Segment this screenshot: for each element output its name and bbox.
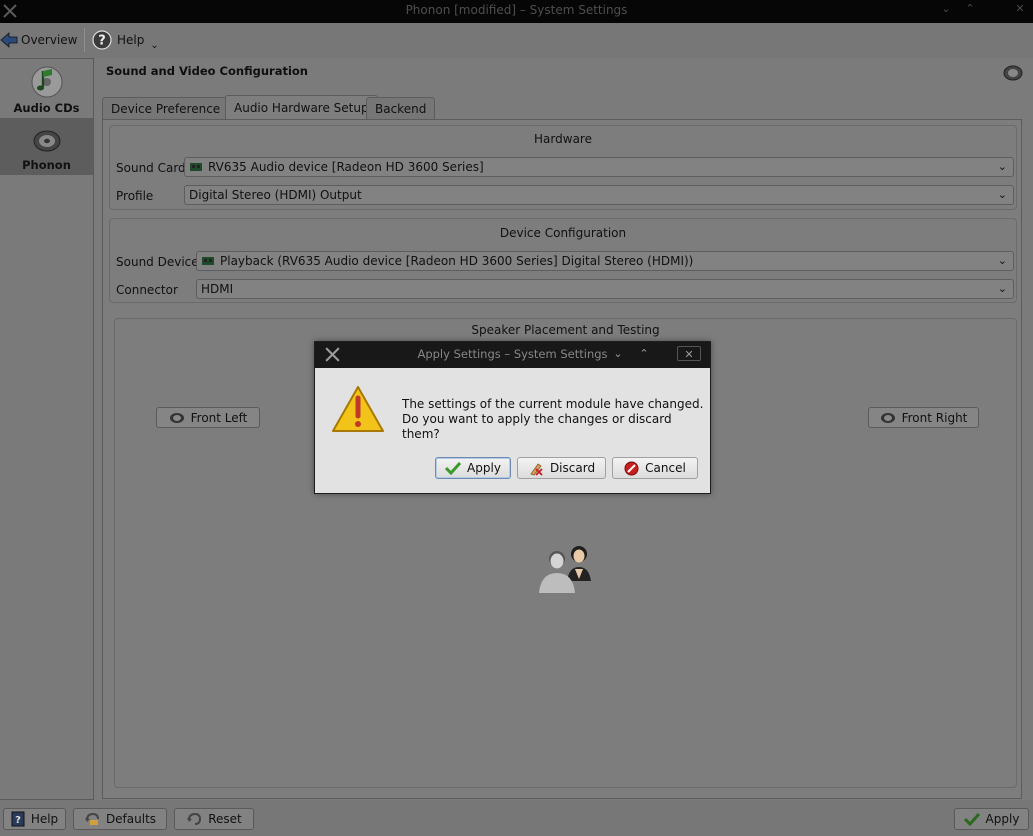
chevron-down-icon: ⌄ [997, 160, 1007, 173]
sound-device-select[interactable]: Playback (RV635 Audio device [Radeon HD … [196, 251, 1014, 271]
dialog-message: The settings of the current module have … [402, 397, 704, 441]
warning-icon [332, 386, 384, 432]
defaults-icon [84, 812, 99, 825]
speaker-title: Speaker Placement and Testing [471, 323, 660, 337]
tab-backend[interactable]: Backend [366, 97, 436, 119]
checkmark-icon [445, 461, 462, 475]
hardware-group: Hardware Sound Card RV635 Audio device [… [109, 125, 1017, 210]
dialog-apply-button[interactable]: Apply [435, 457, 511, 479]
chevron-down-icon: ⌄ [997, 254, 1007, 267]
dialog-discard-button[interactable]: Discard [517, 457, 606, 479]
speaker-icon [33, 130, 60, 152]
dialog-cancel-button[interactable]: Cancel [612, 457, 698, 479]
tab-audio-hardware-setup[interactable]: Audio Hardware Setup [225, 95, 378, 120]
connector-select[interactable]: HDMI ⌄ [196, 279, 1014, 299]
chevron-down-icon: ⌄ [997, 282, 1007, 295]
maximize-icon[interactable]: ⌃ [960, 1, 980, 17]
apply-settings-dialog: Apply Settings – System Settings ⌄ ⌃ ✕ T… [314, 341, 711, 494]
sidebar-item-phonon[interactable]: Phonon [0, 118, 93, 175]
toolbar: Overview ? Help ⌄ [0, 23, 1033, 58]
front-left-button[interactable]: Front Left [156, 407, 260, 428]
speaker-icon [169, 412, 184, 423]
close-icon[interactable]: ✕ [677, 346, 701, 361]
overview-button[interactable]: Overview [0, 27, 78, 53]
discard-icon [530, 463, 543, 476]
help-button[interactable]: ? Help [3, 808, 66, 830]
close-icon[interactable]: ✕ [1010, 1, 1030, 17]
svg-text:?: ? [15, 815, 21, 826]
checkmark-icon [963, 812, 980, 826]
sound-card-select[interactable]: RV635 Audio device [Radeon HD 3600 Serie… [184, 157, 1014, 177]
defaults-button[interactable]: Defaults [73, 808, 167, 830]
hardware-title: Hardware [534, 132, 592, 146]
module-title: Sound and Video Configuration [106, 64, 308, 78]
back-arrow-icon [0, 32, 18, 48]
speaker-icon [880, 412, 895, 423]
svg-text:?: ? [98, 34, 106, 49]
help-label: Help [117, 33, 145, 47]
profile-select[interactable]: Digital Stereo (HDMI) Output ⌄ [184, 185, 1014, 205]
cancel-icon [624, 461, 639, 475]
dialog-body: The settings of the current module have … [315, 368, 710, 493]
reset-button[interactable]: Reset [174, 808, 254, 830]
users-icon [539, 546, 591, 593]
dialog-titlebar: Apply Settings – System Settings ⌄ ⌃ ✕ [315, 342, 710, 368]
window-titlebar: Phonon [modified] – System Settings ⌄ ⌃ … [0, 0, 1033, 23]
connector-label: Connector [116, 283, 178, 297]
profile-label: Profile [116, 189, 154, 203]
tab-device-preference[interactable]: Device Preference [102, 97, 230, 119]
chevron-down-icon: ⌄ [997, 188, 1007, 201]
sidebar-item-label: Phonon [22, 158, 71, 172]
sound-card-icon [202, 257, 214, 265]
overview-label: Overview [21, 33, 78, 47]
help-icon: ? [92, 30, 112, 50]
minimize-icon[interactable]: ⌄ [610, 346, 626, 361]
apply-button[interactable]: Apply [954, 808, 1029, 830]
help-book-icon: ? [11, 811, 25, 827]
minimize-icon[interactable]: ⌄ [936, 1, 956, 17]
speaker-icon [1003, 65, 1023, 81]
device-config-title: Device Configuration [499, 226, 627, 240]
audio-cd-icon [31, 66, 62, 98]
chevron-down-icon: ⌄ [150, 39, 159, 51]
maximize-icon[interactable]: ⌃ [636, 346, 652, 361]
sidebar-item-label: Audio CDs [13, 101, 80, 115]
sound-device-label: Sound Device [116, 255, 199, 269]
sound-card-label: Sound Card [116, 161, 186, 175]
window-title: Phonon [modified] – System Settings [405, 3, 628, 17]
toolbar-separator [84, 28, 85, 52]
front-right-button[interactable]: Front Right [868, 407, 979, 428]
help-menu-button[interactable]: ? Help ⌄ [92, 27, 159, 53]
bottom-button-bar: ? Help Defaults Reset Apply [0, 800, 1033, 836]
sidebar: Audio CDs Phonon [0, 58, 94, 800]
reset-icon [187, 812, 202, 825]
sidebar-item-audio-cds[interactable]: Audio CDs [0, 61, 93, 118]
sound-card-icon [190, 163, 202, 171]
device-config-group: Device Configuration Sound Device Playba… [109, 218, 1017, 303]
